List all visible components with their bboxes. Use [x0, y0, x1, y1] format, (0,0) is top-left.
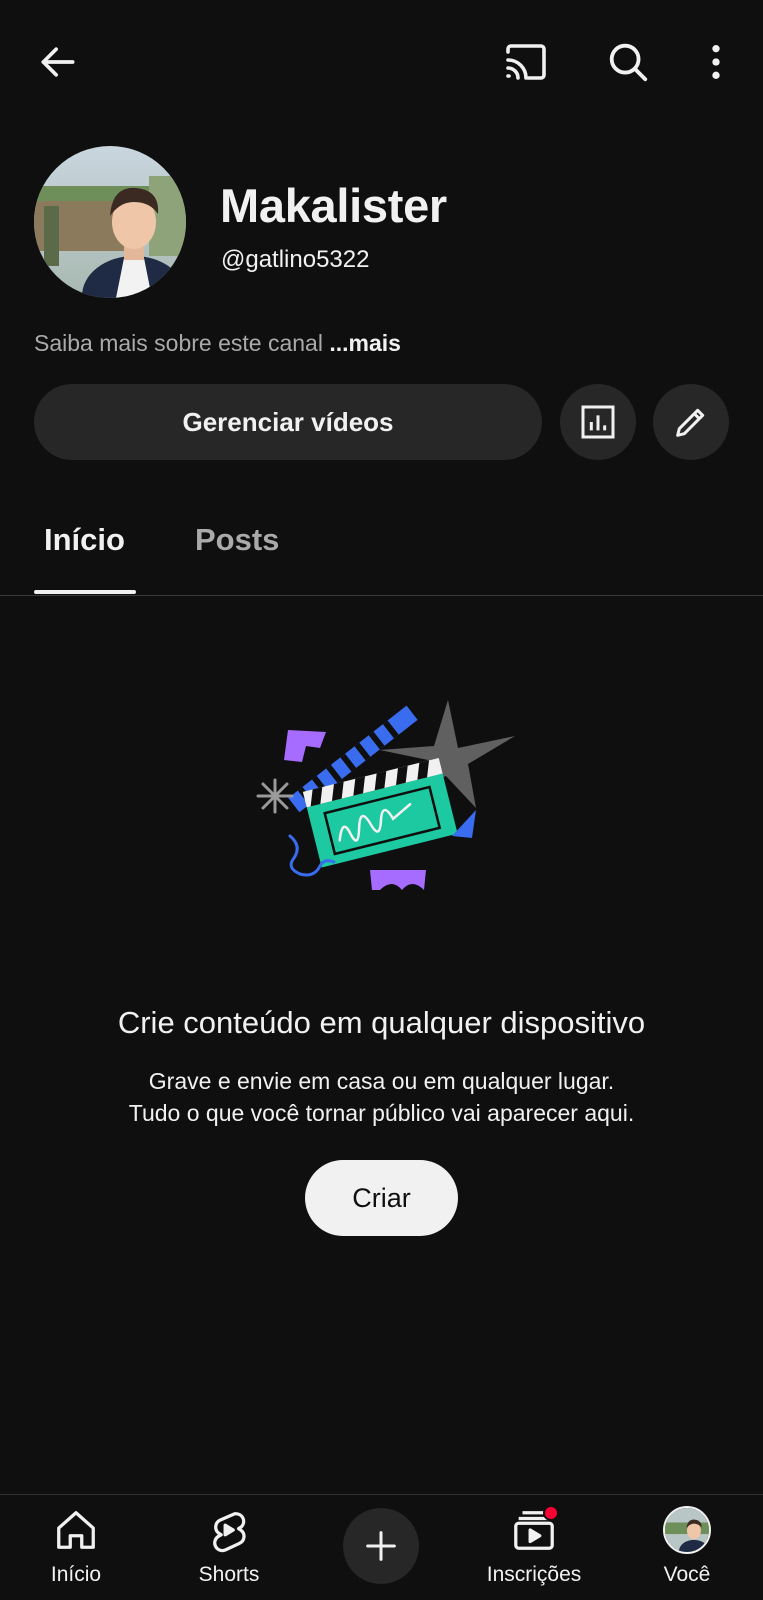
tab-home[interactable]: Início: [44, 522, 125, 558]
nav-label-home: Início: [50, 1563, 102, 1586]
nav-label-you: Você: [663, 1563, 711, 1586]
channel-avatar[interactable]: [34, 146, 186, 298]
nav-item-home[interactable]: Início: [11, 1495, 141, 1600]
tab-posts[interactable]: Posts: [195, 522, 279, 558]
about-channel-link[interactable]: Saiba mais sobre este canal ...mais: [34, 330, 401, 357]
nav-label-subscriptions: Inscrições: [486, 1563, 582, 1586]
home-icon: [57, 1511, 95, 1549]
nav-item-subscriptions[interactable]: Inscrições: [469, 1495, 599, 1600]
bar-chart-icon: [581, 405, 615, 439]
tabs-divider: [0, 595, 763, 596]
more-vertical-icon: [712, 45, 720, 79]
shorts-icon: [213, 1512, 246, 1553]
pencil-icon: [676, 408, 705, 437]
notification-dot: [543, 1505, 559, 1521]
channel-name: Makalister: [220, 179, 447, 232]
empty-state-line-2: Tudo o que você tornar público vai apare…: [128, 1100, 635, 1126]
search-icon: [609, 43, 648, 82]
empty-state-line-1: Grave e envie em casa ou em qualquer lug…: [148, 1068, 615, 1094]
channel-page: Makalister @gatlino5322 Saiba mais sobre…: [0, 0, 763, 1600]
active-tab-indicator: [34, 590, 136, 594]
empty-state-illustration: [250, 690, 520, 915]
create-button[interactable]: Criar: [305, 1160, 458, 1236]
create-fab-button[interactable]: [343, 1508, 419, 1584]
more-menu-button[interactable]: [684, 30, 748, 94]
empty-state-title: Crie conteúdo em qualquer dispositivo: [117, 1005, 646, 1040]
cast-button[interactable]: [494, 30, 558, 94]
arrow-left-icon: [41, 47, 75, 77]
analytics-button[interactable]: [560, 384, 636, 460]
channel-handle: @gatlino5322: [221, 246, 370, 273]
edit-channel-button[interactable]: [653, 384, 729, 460]
search-button[interactable]: [596, 30, 660, 94]
nav-label-shorts: Shorts: [198, 1563, 260, 1586]
nav-item-shorts[interactable]: Shorts: [164, 1495, 294, 1600]
nav-item-you[interactable]: Você: [622, 1495, 752, 1600]
plus-icon: [366, 1531, 396, 1561]
cast-icon: [506, 44, 546, 80]
manage-videos-button[interactable]: Gerenciar vídeos: [34, 384, 542, 460]
back-button[interactable]: [26, 30, 90, 94]
avatar: [663, 1506, 711, 1554]
about-text: Saiba mais sobre este canal: [34, 330, 323, 356]
about-more: ...mais: [329, 330, 401, 356]
